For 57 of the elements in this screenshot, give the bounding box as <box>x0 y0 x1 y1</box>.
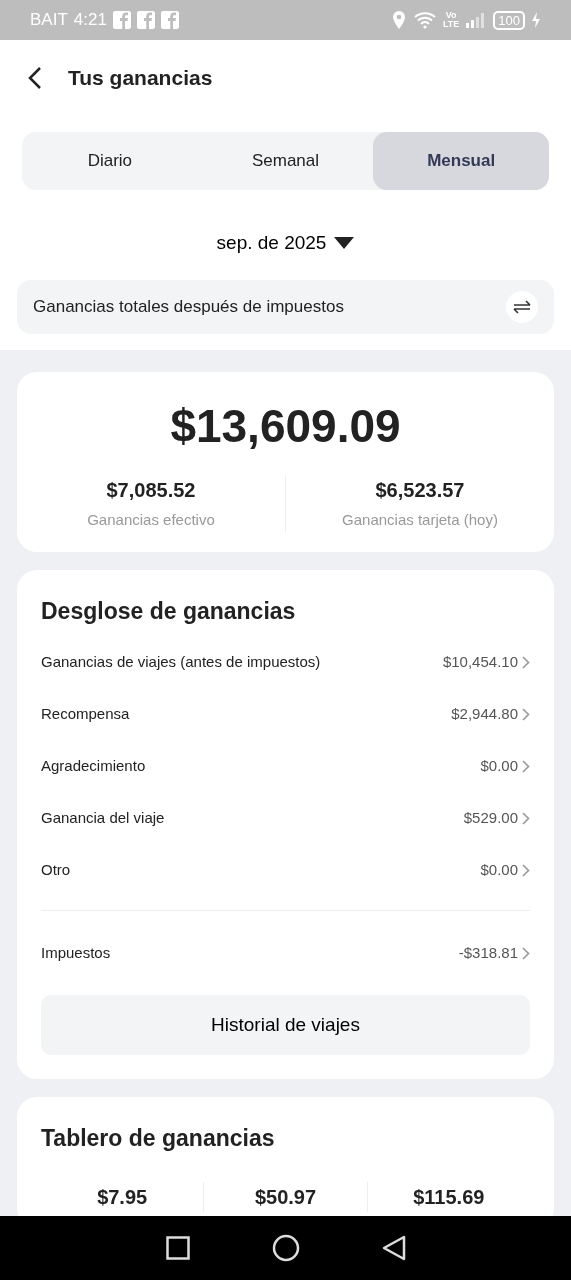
charging-icon <box>531 11 541 29</box>
total-earnings: $13,609.09 <box>169 399 402 454</box>
period-tab[interactable]: Diario <box>22 132 198 190</box>
breakdown-row[interactable]: Agradecimiento $0.00 <box>41 740 530 792</box>
period-tab[interactable]: Semanal <box>197 132 374 190</box>
earnings-amount: $7,085.52 <box>105 478 197 503</box>
breakdown-row[interactable]: Otro $0.00 <box>41 844 530 896</box>
row-label: Impuestos <box>41 942 111 963</box>
row-value: -$318.81 <box>458 942 518 963</box>
recent-apps-icon[interactable] <box>165 1236 190 1260</box>
dashboard-value: $7.95 <box>96 1184 149 1210</box>
row-value: $529.00 <box>463 807 518 828</box>
row-value: $2,944.80 <box>451 703 518 724</box>
swap-icon <box>513 300 531 314</box>
earnings-label: Ganancias tarjeta (hoy) <box>341 510 499 530</box>
dashboard-value: $50.97 <box>203 1181 367 1212</box>
network-type: Vo LTE <box>442 11 460 29</box>
earnings-amount: $6,523.57 <box>374 478 466 503</box>
breakdown-row[interactable]: Ganancias de viajes (antes de impuestos) $10,454.10 <box>41 636 530 688</box>
chevron-right-icon <box>522 863 530 877</box>
notification-icon <box>112 11 131 29</box>
row-label: Agradecimiento <box>41 755 146 776</box>
row-label: Otro <box>41 859 71 880</box>
row-label: Ganancias de viajes (antes de impuestos) <box>41 651 321 672</box>
back-icon[interactable] <box>28 65 42 90</box>
section-title: Desglose de ganancias <box>41 596 297 626</box>
battery-level: 100 <box>493 10 525 30</box>
history-button[interactable]: Historial de viajes <box>41 995 530 1055</box>
location-icon <box>390 10 407 30</box>
section-title: Tablero de ganancias <box>41 1124 276 1153</box>
wifi-icon <box>412 11 437 29</box>
month-selector[interactable]: sep. de 2025 <box>0 226 571 260</box>
notification-icon <box>160 11 179 29</box>
dashboard-value: $115.69 <box>366 1181 530 1212</box>
breakdown-row[interactable]: Impuestos -$318.81 <box>41 927 530 979</box>
row-value: $10,454.10 <box>442 651 518 672</box>
chevron-right-icon <box>522 655 530 669</box>
row-value: $0.00 <box>480 859 518 880</box>
breakdown-row[interactable]: Recompensa $2,944.80 <box>41 688 530 740</box>
chevron-right-icon <box>522 811 530 825</box>
row-label: Recompensa <box>41 703 130 724</box>
chevron-right-icon <box>522 759 530 773</box>
row-value: $0.00 <box>480 755 518 776</box>
page-title: Tus ganancias <box>68 64 213 91</box>
chevron-right-icon <box>522 946 530 960</box>
home-icon[interactable] <box>271 1234 300 1262</box>
notification-icon <box>136 11 155 29</box>
filter-label: Ganancias totales después de impuestos <box>33 296 344 319</box>
clock: 4:21 <box>73 9 107 32</box>
caret-down-icon <box>334 237 355 249</box>
row-label: Ganancia del viaje <box>41 807 165 828</box>
period-tab[interactable]: Mensual <box>373 132 549 190</box>
chevron-right-icon <box>522 707 530 721</box>
carrier-name: BAIT <box>30 9 68 32</box>
swap-button[interactable] <box>506 291 538 323</box>
breakdown-row[interactable]: Ganancia del viaje $529.00 <box>41 792 530 844</box>
earnings-label: Ganancias efectivo <box>86 510 216 530</box>
